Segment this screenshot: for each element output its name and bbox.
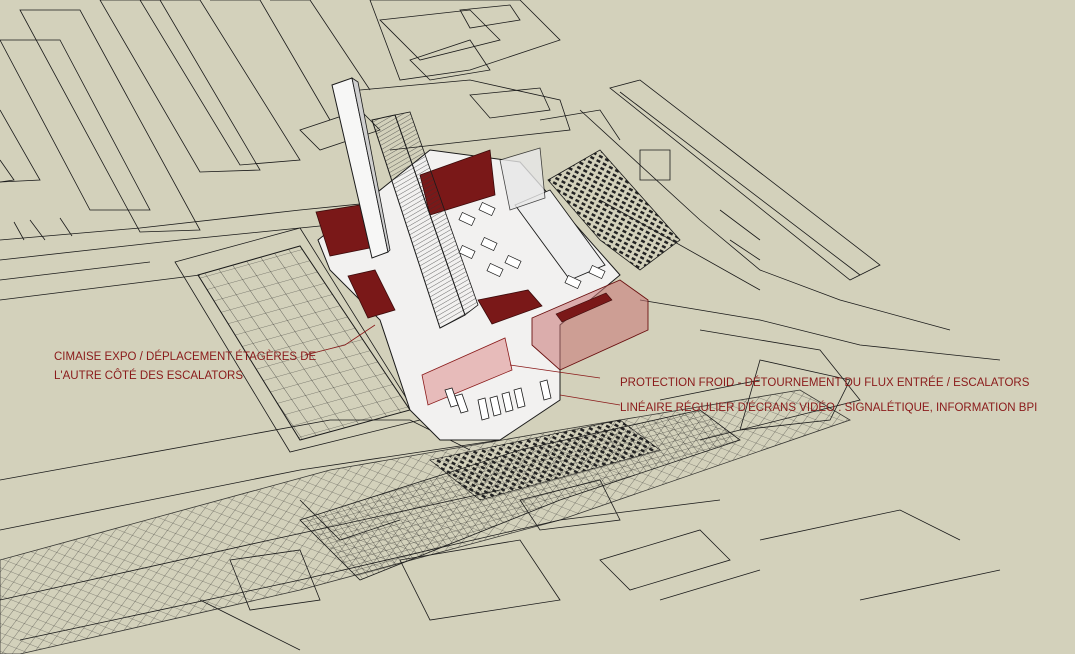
annotation-protection-text: PROTECTION FROID - DÉTOURNEMENT DU FLUX … xyxy=(620,376,1030,389)
annotation-ecrans-text: LINÉAIRE RÉGULIER D'ÉCRANS VIDÉO : SIGNA… xyxy=(620,401,1037,414)
annotation-ecrans: LINÉAIRE RÉGULIER D'ÉCRANS VIDÉO : SIGNA… xyxy=(620,401,1037,414)
annotation-protection: PROTECTION FROID - DÉTOURNEMENT DU FLUX … xyxy=(620,376,1030,389)
annotation-cimaise-line-1: CIMAISE EXPO / DÉPLACEMENT ÉTAGÈRES DE xyxy=(54,350,317,363)
architectural-3d-model-view: CIMAISE EXPO / DÉPLACEMENT ÉTAGÈRES DE L… xyxy=(0,0,1037,654)
annotation-cimaise-line-2: L'AUTRE CÔTÉ DES ESCALATORS xyxy=(54,369,243,382)
